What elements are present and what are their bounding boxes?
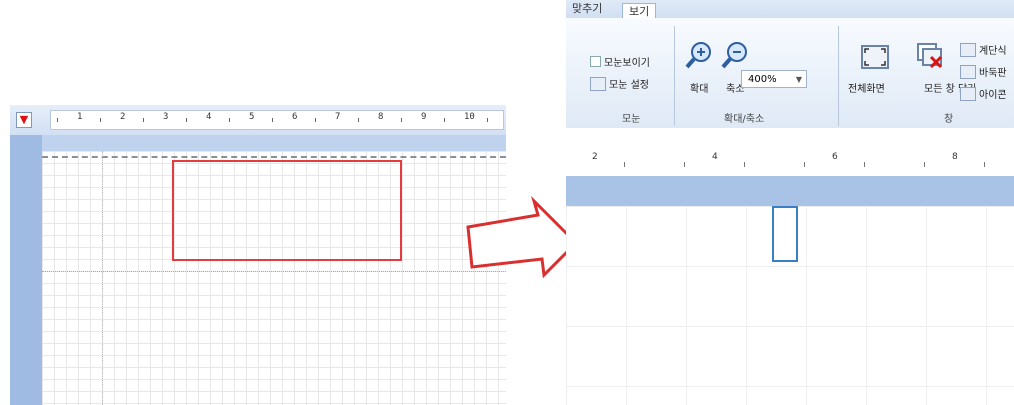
icon-arrange-icon [960,86,976,101]
ruler-number: 10 [464,112,475,122]
chevron-down-icon: ▼ [795,75,802,84]
icon-arrange-label: 아이콘 [979,90,1007,101]
fullscreen-label: 전체화면 [848,84,885,95]
zoom-in-icon[interactable] [684,40,714,70]
grid-guide-line-vertical [102,151,103,405]
cascade-button[interactable]: 계단식 [960,42,1007,57]
ruler-number: 9 [421,112,427,122]
zoom-level-select[interactable]: 400% ▼ [741,70,807,88]
close-all-windows-icon[interactable] [916,42,946,72]
cascade-label: 계단식 [979,46,1007,57]
ruler-tick [444,118,445,122]
ruler-number: 4 [712,152,718,162]
tab-stop-icon[interactable]: ▼ [16,112,32,128]
ruler-tick [684,162,685,167]
ruler-tick [804,162,805,167]
icon-arrange-button[interactable]: 아이콘 [960,86,1007,101]
group-separator [838,26,839,126]
ruler-number: 5 [249,112,255,122]
tile-icon [960,64,976,79]
tile-button[interactable]: 바둑판 [960,64,1007,79]
ruler-tick [358,118,359,122]
ruler-number: 6 [292,112,298,122]
highlight-box-blue [772,206,798,262]
show-grid-checkbox[interactable]: 모눈보이기 [590,54,650,69]
ribbon-tab-row: 맞추기 보기 [566,0,1014,19]
page-margin-line [42,156,506,158]
ruler-band [10,135,506,151]
group-label-window: 창 [944,114,954,125]
ruler-tick [401,118,402,122]
ruler-tick [315,118,316,122]
zoom-out-icon[interactable] [720,40,750,70]
ruler-number: 8 [378,112,384,122]
ruler-tick [143,118,144,122]
ruler-number: 8 [952,152,958,162]
ruler-tick [624,162,625,167]
grid-settings-icon [590,76,606,91]
group-separator [674,26,675,126]
grid-settings-button[interactable]: 모눈 설정 [590,76,649,91]
ruler-tick [487,118,488,122]
ribbon-panel: 모눈보이기 모눈 설정 모눈 확대 축소 400% ▼ 확대/축소 전체화면 모… [566,18,1014,129]
right-zoomed-view: 맞추기 보기 모눈보이기 모눈 설정 모눈 확대 축소 400% ▼ 확대/축소… [566,0,1014,405]
grid-settings-label: 모눈 설정 [609,80,649,91]
checkbox-icon [590,56,601,67]
fullscreen-icon[interactable] [860,44,890,70]
ruler-number: 6 [832,152,838,162]
ruler-tick [924,162,925,167]
zoom-in-label: 확대 [690,84,709,95]
ruler-number: 2 [120,112,126,122]
ruler-tick [272,118,273,122]
ruler-tick [229,118,230,122]
ruler-number: 4 [206,112,212,122]
tab-align[interactable]: 맞추기 [566,1,608,17]
ruler-number: 7 [335,112,341,122]
highlight-box-red [172,160,402,261]
zoom-level-value: 400% [748,74,777,85]
ruler-band-zoomed [566,176,1014,206]
ruler-tick [744,162,745,167]
group-label-grid: 모눈 [622,114,641,125]
ruler-tick [186,118,187,122]
cascade-icon [960,42,976,57]
ruler-tick [100,118,101,122]
ruler-number: 1 [77,112,83,122]
horizontal-ruler-bar: ▼ 1 2 3 4 5 6 7 8 9 10 [10,105,506,136]
grid-guide-line [42,271,506,272]
arrow-right-icon [466,195,579,279]
ruler-number: 3 [163,112,169,122]
tile-label: 바둑판 [979,68,1007,79]
left-editor-view: ▼ 1 2 3 4 5 6 7 8 9 10 [10,105,506,405]
tab-view[interactable]: 보기 [622,3,657,19]
group-label-zoom: 확대/축소 [724,114,765,125]
vertical-ruler-bar [10,135,42,405]
horizontal-ruler-zoomed[interactable]: 2 4 6 8 [566,128,1014,177]
ruler-tick [57,118,58,122]
horizontal-ruler[interactable]: 1 2 3 4 5 6 7 8 9 10 [50,110,504,130]
show-grid-label: 모눈보이기 [604,58,650,69]
ruler-tick [984,162,985,167]
ruler-number: 2 [592,152,598,162]
ruler-tick [864,162,865,167]
